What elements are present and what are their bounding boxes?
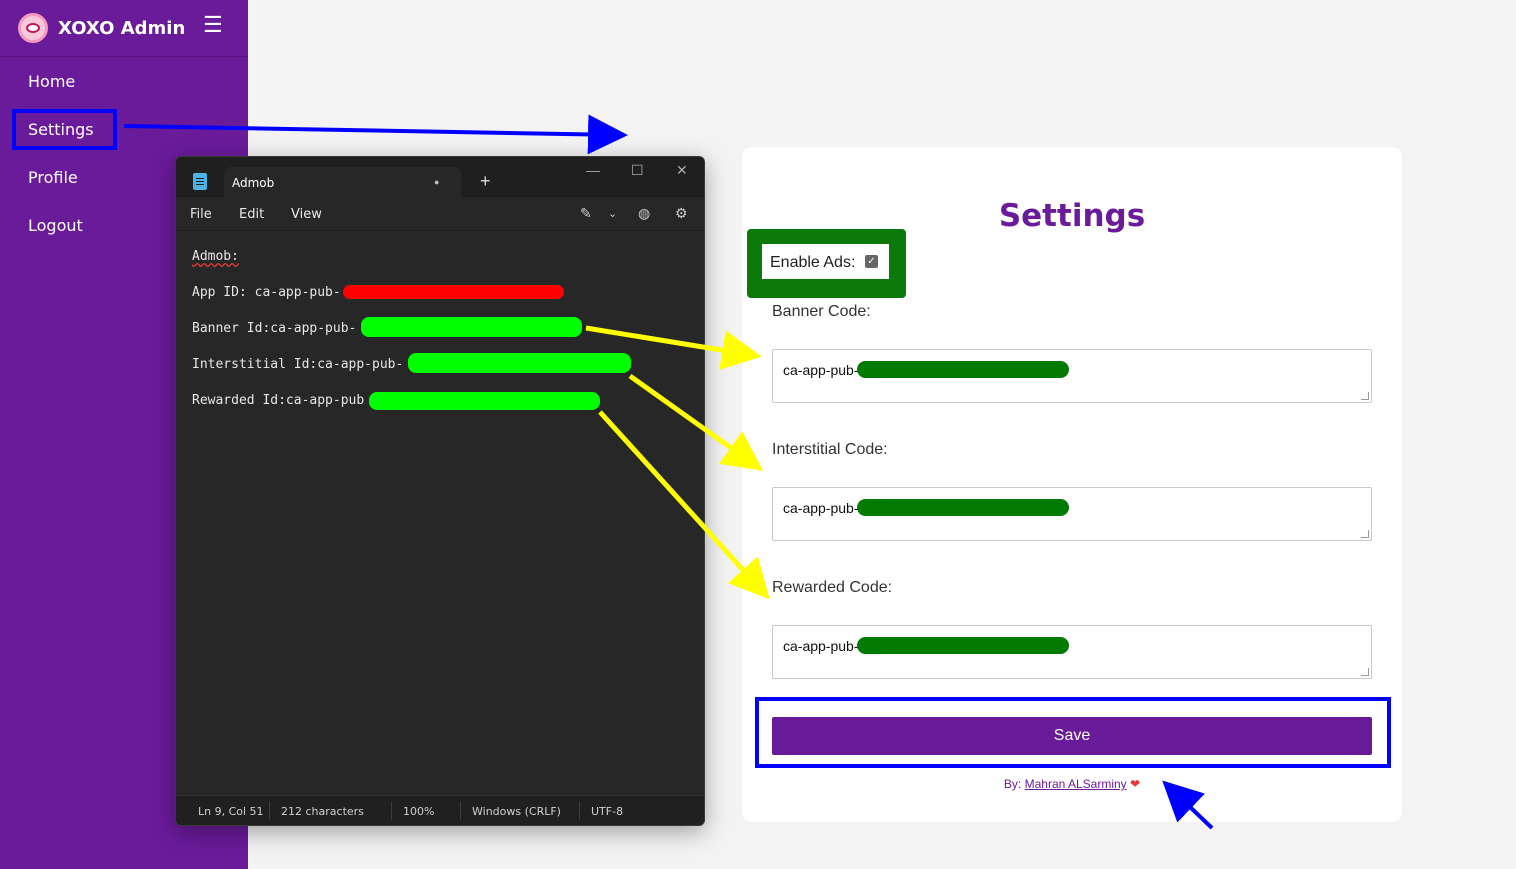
sidebar-item-profile[interactable]: Profile [28,168,78,187]
brand-logo [18,13,48,43]
new-tab-icon[interactable]: + [480,171,491,192]
editor-line-2: App ID: ca-app-pub- [192,285,341,300]
save-button[interactable]: Save [772,717,1372,755]
resize-grip-icon[interactable] [1361,392,1369,400]
notepad-menubar: File Edit View ✎ ⌄ ◍ ⚙ [176,197,704,231]
notepad-app-icon [193,173,207,190]
sidebar-item-logout[interactable]: Logout [28,216,83,235]
close-icon[interactable]: ✕ [676,162,688,179]
notepad-window: Admob ● + — ☐ ✕ File Edit View ✎ ⌄ ◍ ⚙ A… [175,156,705,826]
interstitial-code-input[interactable]: ca-app-pub- [772,487,1372,541]
rewarded-code-label: Rewarded Code: [772,579,893,596]
rewarded-code-input[interactable]: ca-app-pub- [772,625,1372,679]
editor-line-5: Rewarded Id:ca-app-pub [192,393,365,408]
notepad-tab-title: Admob [232,176,275,190]
rewarded-code-value: ca-app-pub- [783,638,859,654]
interstitial-code-label: Interstitial Code: [772,441,888,458]
settings-highlight-box [12,109,117,150]
credit-prefix: By: [1003,777,1022,791]
maximize-icon[interactable]: ☐ [631,162,644,179]
editor-line-4: Interstitial Id:ca-app-pub- [192,357,404,372]
redaction-darkgreen [857,499,1069,516]
chevron-down-icon[interactable]: ⌄ [608,207,617,220]
redaction-green-banner [361,317,582,337]
enable-ads-label: Enable Ads: [770,254,856,271]
editor-line-3: Banner Id:ca-app-pub- [192,321,357,336]
status-zoom[interactable]: 100% [403,805,434,818]
minimize-icon[interactable]: — [586,162,600,178]
gear-icon[interactable]: ⚙ [675,205,688,222]
brand-title: XOXO Admin [58,17,186,39]
hamburger-icon[interactable]: ☰ [203,12,223,38]
status-position: Ln 9, Col 51 [198,805,264,818]
notepad-tab[interactable]: Admob ● [224,167,461,197]
unsaved-dot-icon: ● [434,177,440,187]
notepad-statusbar: Ln 9, Col 51 212 characters 100% Windows… [176,795,704,825]
menu-edit[interactable]: Edit [239,207,264,222]
resize-grip-icon[interactable] [1361,530,1369,538]
interstitial-code-value: ca-app-pub- [783,500,859,516]
notepad-editor[interactable]: Admob: App ID: ca-app-pub- Banner Id:ca-… [176,231,704,796]
enable-ads-highlight: Enable Ads: ✓ [747,229,906,298]
banner-code-label: Banner Code: [772,303,871,320]
sidebar-item-home[interactable]: Home [28,72,75,91]
settings-card: Settings Enable Ads: ✓ Banner Code: ca-a… [742,147,1402,822]
redaction-darkgreen [857,361,1069,378]
heart-icon: ❤ [1130,777,1141,791]
status-characters: 212 characters [281,805,364,818]
redaction-green-rewarded [369,392,600,410]
editor-line-1: Admob: [192,249,239,264]
notepad-titlebar: Admob ● + — ☐ ✕ [176,157,704,197]
banner-code-value: ca-app-pub- [783,362,859,378]
redaction-darkgreen [857,637,1069,654]
copilot-icon[interactable]: ✎ [580,205,592,222]
redaction-red [343,285,564,299]
resize-grip-icon[interactable] [1361,668,1369,676]
status-encoding[interactable]: UTF-8 [591,805,623,818]
status-line-ending[interactable]: Windows (CRLF) [472,805,561,818]
banner-code-input[interactable]: ca-app-pub- [772,349,1372,403]
menu-file[interactable]: File [190,207,212,222]
credit-author-link[interactable]: Mahran ALSarminy [1025,777,1127,791]
enable-ads-row: Enable Ads: ✓ [762,244,889,279]
redaction-green-interstitial [408,353,631,373]
enable-ads-checkbox[interactable]: ✓ [865,255,878,268]
credit-line: By: Mahran ALSarminy ❤ [742,777,1402,791]
menu-view[interactable]: View [291,207,322,222]
account-icon[interactable]: ◍ [638,205,650,222]
